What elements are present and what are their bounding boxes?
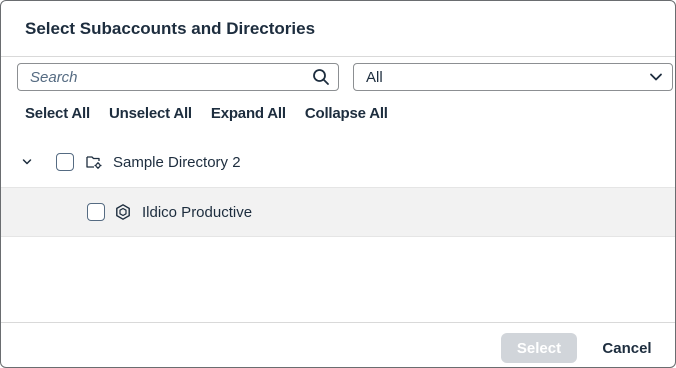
- subaccount-icon: [114, 203, 132, 221]
- subaccount-checkbox[interactable]: [87, 203, 105, 221]
- select-subaccounts-dialog: Select Subaccounts and Directories All S…: [0, 0, 676, 368]
- unselect-all-button[interactable]: Unselect All: [109, 105, 192, 122]
- search-field[interactable]: [17, 63, 339, 91]
- chevron-down-icon[interactable]: [19, 154, 35, 170]
- tree-item-label: Ildico Productive: [142, 203, 253, 221]
- filter-selected-value: All: [366, 68, 383, 86]
- cancel-button[interactable]: Cancel: [589, 333, 665, 363]
- dialog-title: Select Subaccounts and Directories: [25, 18, 316, 38]
- collapse-all-button[interactable]: Collapse All: [305, 105, 388, 122]
- search-input[interactable]: [30, 68, 312, 86]
- tree-toolbar: Select All Unselect All Expand All Colla…: [25, 105, 407, 122]
- select-all-button[interactable]: Select All: [25, 105, 90, 122]
- directory-icon: [85, 153, 103, 171]
- directory-checkbox[interactable]: [56, 153, 74, 171]
- expand-all-button[interactable]: Expand All: [211, 105, 286, 122]
- search-icon[interactable]: [312, 68, 330, 86]
- select-button[interactable]: Select: [501, 333, 577, 363]
- chevron-down-icon[interactable]: [648, 69, 664, 85]
- dialog-header: Select Subaccounts and Directories: [1, 1, 675, 57]
- tree-item-directory[interactable]: Sample Directory 2: [1, 137, 675, 187]
- filter-select[interactable]: All: [353, 63, 673, 91]
- tree-item-subaccount[interactable]: Ildico Productive: [1, 187, 675, 237]
- dialog-footer: Select Cancel: [1, 322, 675, 367]
- tree-item-label: Sample Directory 2: [113, 153, 241, 171]
